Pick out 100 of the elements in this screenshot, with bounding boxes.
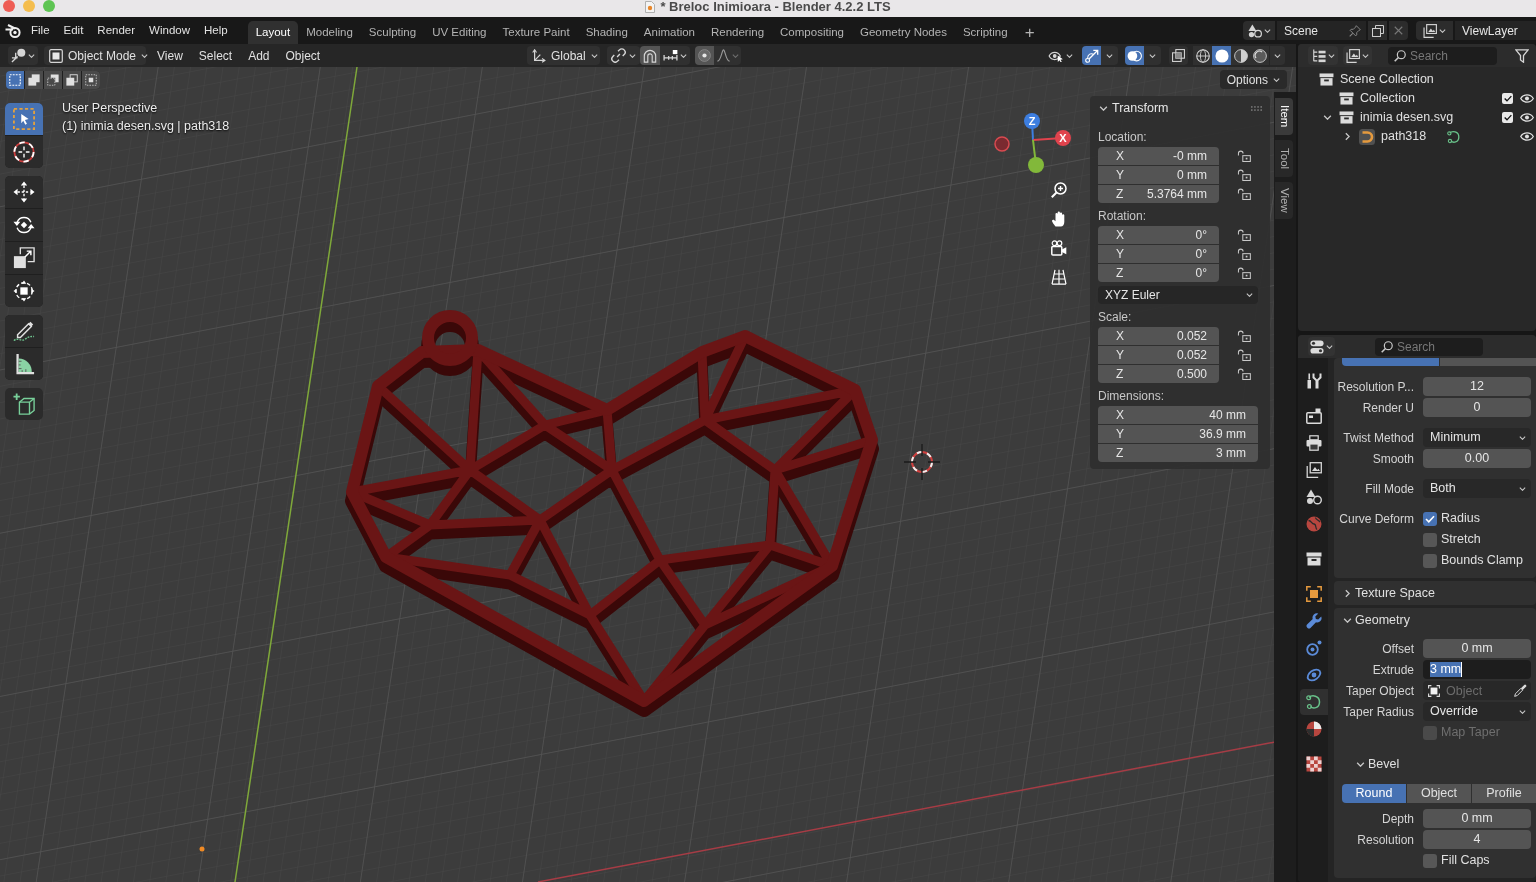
dropdown[interactable]: Both — [1423, 479, 1531, 498]
menu-item[interactable]: Window — [142, 20, 197, 41]
number-field[interactable]: X 0.052 — [1098, 327, 1219, 345]
sidebar-tab[interactable]: View — [1275, 182, 1293, 219]
padlock-open-icon[interactable] — [1237, 349, 1251, 361]
tool-button[interactable] — [5, 348, 43, 380]
editor-type-button[interactable] — [1308, 337, 1335, 356]
shading-mode-button[interactable] — [1193, 46, 1212, 65]
text-input[interactable]: 3 mm — [1423, 660, 1531, 679]
editor-type-button[interactable] — [8, 46, 38, 65]
new-scene-button[interactable] — [1368, 21, 1387, 40]
proportional-edit-toggle[interactable] — [695, 46, 714, 65]
number-field[interactable]: 4 — [1423, 830, 1531, 849]
menu-item[interactable]: Edit — [56, 20, 91, 41]
app-logo-icon[interactable] — [5, 22, 21, 39]
falloff-dropdown[interactable] — [714, 46, 741, 65]
curve-data-icon[interactable] — [1447, 129, 1462, 144]
menu-item[interactable]: Render — [90, 20, 143, 41]
number-field[interactable]: Z 5.3764 mm — [1098, 185, 1219, 203]
shading-mode-button[interactable] — [1231, 46, 1250, 65]
search-field[interactable]: Search — [1375, 337, 1483, 356]
number-field[interactable]: X 0° — [1098, 226, 1219, 244]
checkbox[interactable] — [1423, 532, 1437, 547]
camera-icon[interactable] — [1051, 240, 1067, 256]
tool-button[interactable] — [5, 242, 43, 274]
properties-tab[interactable] — [1300, 689, 1328, 715]
segment-tab[interactable]: Object — [1407, 784, 1471, 803]
outliner-item[interactable]: Scene Collection — [1340, 70, 1434, 89]
segment-tab[interactable]: Profile — [1472, 784, 1536, 803]
grid-icon[interactable] — [1051, 269, 1067, 285]
scene-field[interactable]: Scene — [1277, 21, 1366, 40]
number-field[interactable]: 0 mm — [1423, 809, 1531, 828]
delete-scene-button[interactable] — [1389, 21, 1408, 40]
overlays-menu-button[interactable] — [1144, 46, 1161, 65]
workspace-tab[interactable]: Compositing — [772, 21, 852, 44]
checkbox[interactable] — [1502, 112, 1513, 123]
workspace-tab[interactable]: Geometry Nodes — [852, 21, 955, 44]
padlock-open-icon[interactable] — [1237, 229, 1251, 241]
snap-target-dropdown[interactable] — [660, 46, 690, 65]
number-field[interactable]: Z 3 mm — [1098, 444, 1258, 462]
tool-button[interactable] — [5, 136, 43, 168]
padlock-open-icon[interactable] — [1237, 248, 1251, 260]
menu-item[interactable]: Select — [190, 46, 241, 65]
add-workspace-button[interactable]: + — [1015, 21, 1044, 44]
overlays-toggle[interactable] — [1125, 46, 1144, 65]
window-close-button[interactable] — [3, 0, 15, 12]
scene-selector-button[interactable] — [1243, 21, 1275, 40]
workspace-tab[interactable]: Modeling — [298, 21, 361, 44]
workspace-tab[interactable]: UV Editing — [424, 21, 495, 44]
filter-icon[interactable] — [1515, 48, 1529, 63]
tool-button[interactable] — [5, 209, 43, 241]
number-field[interactable]: Z 0° — [1098, 264, 1219, 282]
padlock-open-icon[interactable] — [1237, 188, 1251, 200]
menu-item[interactable]: Help — [197, 20, 235, 41]
checkbox-label[interactable]: Radius — [1441, 509, 1480, 528]
workspace-tab[interactable]: Scripting — [954, 21, 1016, 44]
number-field[interactable]: Y 0° — [1098, 245, 1219, 263]
menu-item[interactable]: Object — [277, 46, 329, 65]
view-layer-selector-button[interactable] — [1416, 21, 1453, 40]
checkbox[interactable] — [1423, 853, 1437, 868]
orientation-dropdown[interactable]: Global — [527, 46, 600, 65]
checkbox-label[interactable]: Bounds Clamp — [1441, 551, 1523, 570]
eye-icon[interactable] — [1520, 113, 1534, 122]
checkbox[interactable] — [1423, 553, 1437, 568]
display-mode-dropdown[interactable] — [1308, 46, 1338, 65]
zoom-icon[interactable] — [1051, 182, 1067, 198]
checkbox-label[interactable]: Fill Caps — [1441, 851, 1490, 870]
number-field[interactable]: Y 0 mm — [1098, 166, 1219, 184]
menu-item[interactable]: Add — [240, 46, 278, 65]
tool-button[interactable] — [5, 275, 43, 307]
number-field[interactable]: Y 0.052 — [1098, 346, 1219, 364]
eye-icon[interactable] — [1520, 94, 1534, 103]
panel-header[interactable]: Transform — [1098, 98, 1169, 118]
padlock-open-icon[interactable] — [1237, 169, 1251, 181]
sidebar-tab[interactable]: Item — [1275, 98, 1293, 135]
segment-tab[interactable]: Round — [1342, 784, 1406, 803]
dropdown[interactable]: Minimum — [1423, 428, 1531, 447]
sidebar-tab[interactable]: Tool — [1275, 140, 1293, 177]
padlock-open-icon[interactable] — [1237, 267, 1251, 279]
xray-toggle[interactable] — [1169, 46, 1188, 65]
shading-mode-button[interactable] — [1250, 46, 1269, 65]
tool-button[interactable] — [5, 388, 43, 420]
outliner-item[interactable]: path318 — [1381, 127, 1427, 146]
number-field[interactable]: 0.00 — [1423, 449, 1531, 468]
menu-item[interactable]: View — [149, 46, 191, 65]
panel-header[interactable]: Bevel — [1334, 753, 1536, 775]
dropdown[interactable]: Override — [1423, 702, 1531, 721]
navigation-gizmo[interactable]: Z X — [992, 112, 1072, 174]
shading-mode-button[interactable] — [1212, 46, 1231, 65]
gizmo-toggle[interactable] — [1082, 46, 1101, 65]
padlock-open-icon[interactable] — [1237, 368, 1251, 380]
tool-button[interactable] — [5, 315, 43, 347]
workspace-tab[interactable]: Rendering — [703, 21, 773, 44]
search-field[interactable]: Search — [1388, 46, 1497, 65]
outliner-item[interactable]: Collection — [1360, 89, 1415, 108]
number-field[interactable]: X -0 mm — [1098, 147, 1219, 165]
pin-icon[interactable] — [1349, 24, 1361, 37]
panel-header[interactable]: Geometry — [1334, 608, 1536, 632]
panel-header[interactable]: Texture Space — [1334, 581, 1536, 605]
tool-button[interactable] — [5, 176, 43, 208]
